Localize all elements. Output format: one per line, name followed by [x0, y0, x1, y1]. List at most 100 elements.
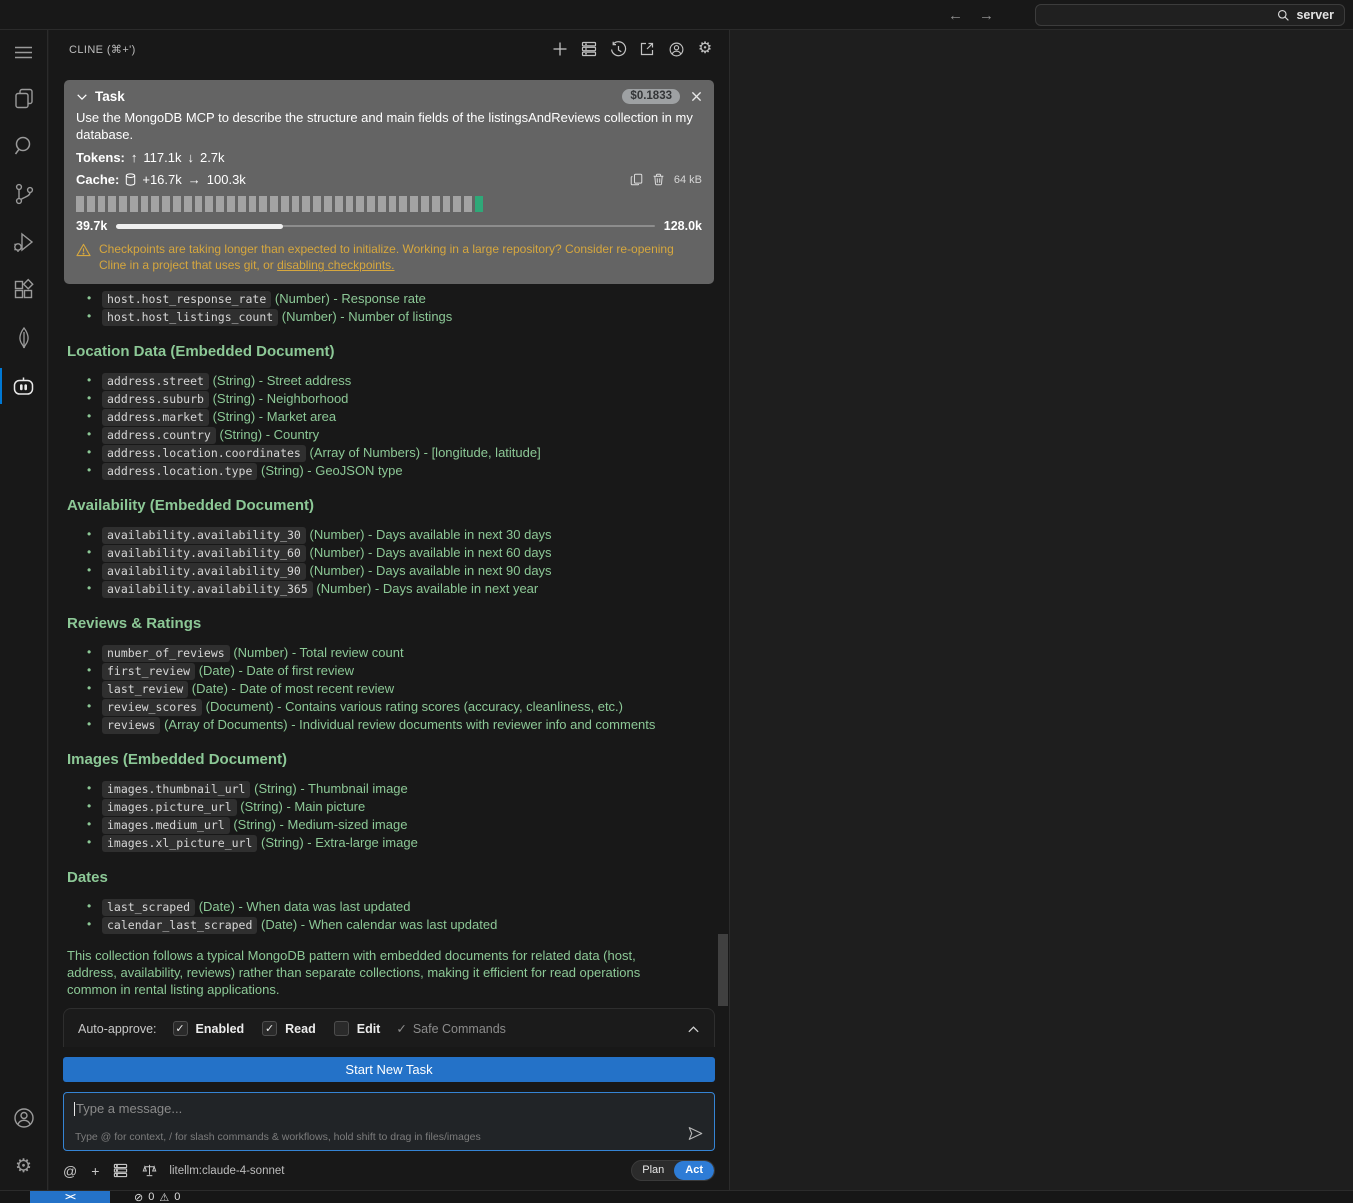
sidebar-item-cline[interactable]: [0, 362, 47, 410]
field-description: (String) - Neighborhood: [213, 391, 349, 406]
copy-icon[interactable]: [630, 173, 643, 186]
context-segment: [324, 196, 332, 212]
checkbox-unchecked[interactable]: [334, 1021, 349, 1036]
search-icon: [1277, 9, 1290, 22]
nav-back-icon[interactable]: ←: [948, 7, 963, 24]
field-code: address.market: [102, 409, 209, 426]
checkbox-checked[interactable]: ✓: [173, 1021, 188, 1036]
task-label: Task: [95, 89, 125, 104]
context-segment: [410, 196, 418, 212]
field-description: (String) - Extra-large image: [261, 835, 418, 850]
tokens-row: Tokens: ↑ 117.1k ↓ 2.7k: [76, 150, 702, 165]
context-segment-current: [475, 196, 483, 212]
field-item: availability.availability_60 (Number) - …: [87, 544, 705, 562]
context-window-row: 39.7k 128.0k: [76, 219, 702, 233]
checkbox-label: Read: [285, 1022, 316, 1036]
auto-approve-options: ✓Enabled✓ReadEdit: [173, 1021, 381, 1036]
scrollbar-thumb[interactable]: [718, 934, 728, 1006]
disable-checkpoints-link[interactable]: disabling checkpoints.: [277, 258, 394, 272]
tokens-up-value: 117.1k: [143, 150, 181, 165]
tokens-label: Tokens:: [76, 150, 125, 165]
field-description: (Number) - Days available in next 30 day…: [310, 527, 552, 542]
command-center-search[interactable]: server: [1035, 4, 1345, 26]
history-icon[interactable]: [608, 39, 628, 59]
account-icon[interactable]: [0, 1094, 47, 1142]
act-mode-button[interactable]: Act: [674, 1161, 714, 1180]
problems-indicator[interactable]: ⊘ 0 ⚠ 0: [134, 1191, 180, 1203]
mcp-servers-icon[interactable]: [113, 1163, 128, 1178]
message-input[interactable]: Type a message...: [76, 1101, 182, 1116]
sidebar-item-search[interactable]: [0, 122, 47, 170]
cache-read-value: 100.3k: [207, 172, 246, 187]
context-progress-track[interactable]: [116, 225, 654, 227]
field-description: (Array of Documents) - Individual review…: [164, 717, 655, 732]
field-item: last_scraped (Date) - When data was last…: [87, 898, 705, 916]
context-segment: [259, 196, 267, 212]
field-description: (String) - Thumbnail image: [254, 781, 408, 796]
context-segment: [76, 196, 84, 212]
section-heading: Availability (Embedded Document): [67, 497, 705, 514]
account-icon[interactable]: [666, 39, 686, 59]
message-composer[interactable]: Type a message... Type @ for context, / …: [63, 1092, 715, 1151]
checkbox-checked[interactable]: ✓: [262, 1021, 277, 1036]
section-heading: Reviews & Ratings: [67, 615, 705, 632]
new-task-icon[interactable]: [550, 39, 570, 59]
sidebar-item-source-control[interactable]: [0, 170, 47, 218]
field-code: availability.availability_365: [102, 581, 313, 598]
markdown-footer: This collection follows a typical MongoD…: [67, 947, 687, 998]
open-external-icon[interactable]: [637, 39, 657, 59]
auto-approve-option-read[interactable]: ✓ Read: [262, 1021, 316, 1036]
field-description: (String) - Main picture: [240, 799, 365, 814]
model-selector[interactable]: litellm:claude-4-sonnet: [169, 1165, 284, 1177]
settings-gear-icon[interactable]: ⚙: [695, 39, 715, 59]
section-heading: Dates: [67, 869, 705, 886]
field-list: availability.availability_30 (Number) - …: [67, 526, 705, 598]
chevron-up-icon[interactable]: [687, 1024, 700, 1034]
error-count: 0: [148, 1191, 154, 1203]
send-icon[interactable]: [687, 1126, 704, 1141]
field-code: review_scores: [102, 699, 202, 716]
field-description: (Array of Numbers) - [longitude, latitud…: [310, 445, 541, 460]
mention-icon[interactable]: @: [63, 1163, 77, 1179]
menu-icon[interactable]: [0, 30, 47, 74]
field-list: address.street (String) - Street address…: [67, 372, 705, 480]
plan-act-toggle[interactable]: Plan Act: [631, 1160, 715, 1181]
sidebar-item-mongodb[interactable]: [0, 314, 47, 362]
field-list: last_scraped (Date) - When data was last…: [67, 898, 705, 934]
field-item: calendar_last_scraped (Date) - When cale…: [87, 916, 705, 934]
database-icon: [125, 173, 136, 186]
sidebar-item-explorer[interactable]: [0, 74, 47, 122]
add-icon[interactable]: +: [91, 1163, 99, 1179]
field-code: last_review: [102, 681, 188, 698]
field-code: host.host_response_rate: [102, 291, 271, 308]
context-segment: [184, 196, 192, 212]
field-item: availability.availability_365 (Number) -…: [87, 580, 705, 598]
mcp-servers-icon[interactable]: [579, 39, 599, 59]
auto-approve-option-enabled[interactable]: ✓Enabled: [173, 1021, 245, 1036]
context-segment: [249, 196, 257, 212]
field-description: (String) - Country: [219, 427, 319, 442]
sidebar-item-extensions[interactable]: [0, 266, 47, 314]
field-item: images.xl_picture_url (String) - Extra-l…: [87, 834, 705, 852]
field-item: images.medium_url (String) - Medium-size…: [87, 816, 705, 834]
auto-approve-option-edit[interactable]: Edit: [334, 1021, 381, 1036]
close-icon[interactable]: [691, 91, 702, 102]
check-icon: ✓: [396, 1021, 406, 1036]
chevron-down-icon[interactable]: [76, 91, 88, 103]
auto-approve-bar[interactable]: Auto-approve: ✓Enabled✓ReadEdit ✓ Safe C…: [63, 1008, 715, 1047]
cache-label: Cache:: [76, 172, 119, 187]
remote-indicator[interactable]: ><: [30, 1190, 110, 1203]
nav-forward-icon[interactable]: →: [979, 7, 994, 24]
sidebar-item-run-debug[interactable]: [0, 218, 47, 266]
field-item: address.country (String) - Country: [87, 426, 705, 444]
titlebar: ← → server: [0, 0, 1353, 30]
start-new-task-button[interactable]: Start New Task: [63, 1057, 715, 1082]
field-code: images.thumbnail_url: [102, 781, 250, 798]
plan-mode-button[interactable]: Plan: [632, 1161, 674, 1180]
composer-hint: Type @ for context, / for slash commands…: [75, 1131, 481, 1143]
trash-icon[interactable]: [652, 173, 665, 186]
rules-scale-icon[interactable]: [142, 1163, 157, 1178]
settings-gear-icon[interactable]: ⚙: [0, 1142, 47, 1190]
arrow-right-icon: →: [188, 172, 201, 187]
field-code: number_of_reviews: [102, 645, 230, 662]
